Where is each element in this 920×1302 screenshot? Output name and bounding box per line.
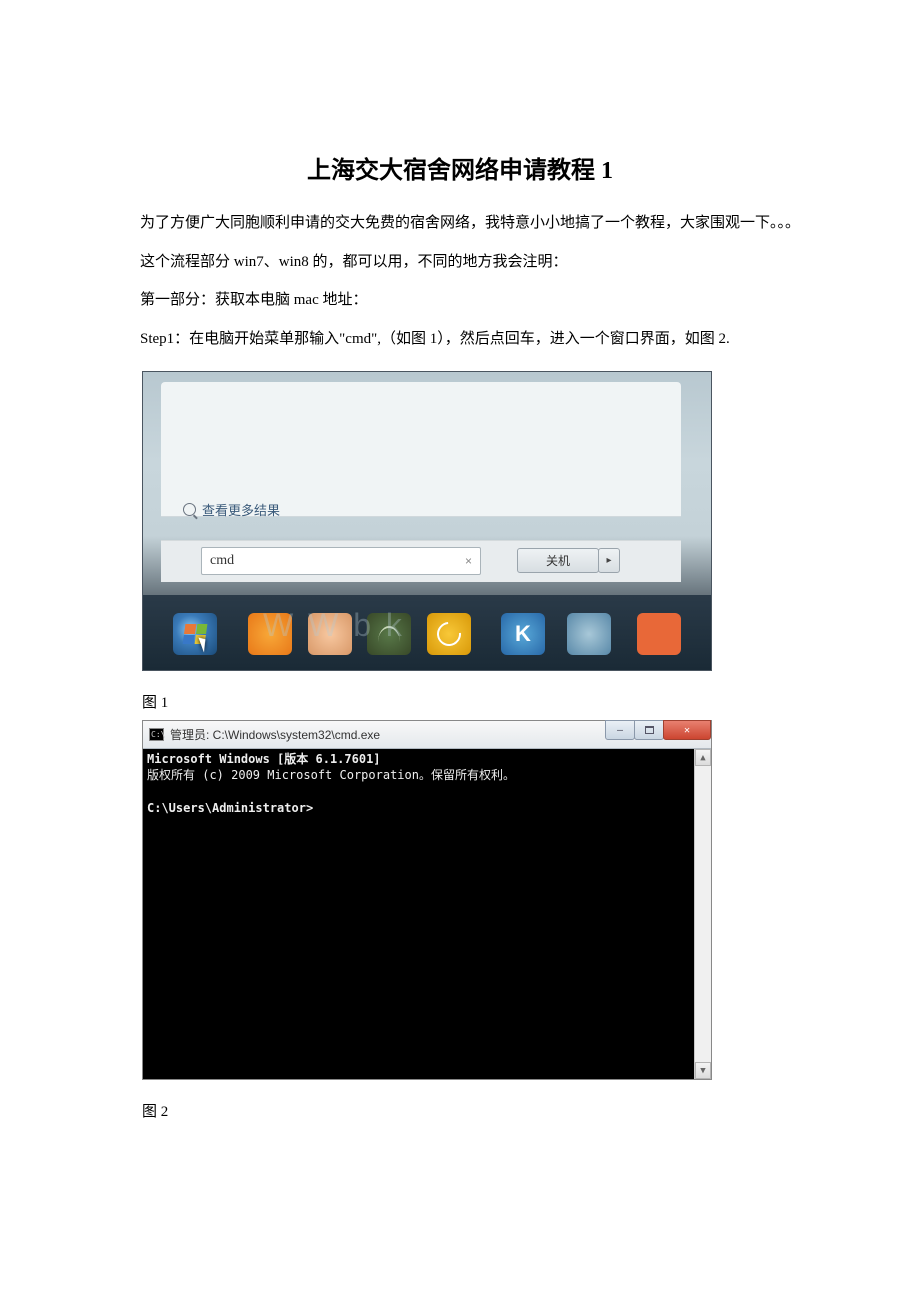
more-results-link[interactable]: 查看更多结果 bbox=[183, 500, 280, 519]
paragraph-intro: 为了方便广大同胞顺利申请的交大免费的宿舍网络，我特意小小地搞了一个教程，大家围观… bbox=[110, 209, 810, 238]
more-results-label: 查看更多结果 bbox=[202, 500, 280, 519]
scroll-up-button[interactable]: ▲ bbox=[695, 749, 711, 766]
k-app-icon[interactable]: K bbox=[501, 613, 545, 655]
wifi-icon[interactable] bbox=[367, 613, 411, 655]
cmd-scrollbar[interactable]: ▲ ▼ bbox=[694, 749, 711, 1079]
cmd-icon: C:\ bbox=[149, 728, 164, 741]
taskbar-icon-2[interactable] bbox=[248, 613, 292, 655]
browser-icon[interactable] bbox=[427, 613, 471, 655]
taskbar-icon-3[interactable] bbox=[308, 613, 352, 655]
shutdown-menu-button[interactable]: ▸ bbox=[598, 548, 620, 573]
scroll-track[interactable] bbox=[695, 766, 711, 1062]
qq-icon[interactable] bbox=[567, 613, 611, 655]
close-button[interactable]: ✕ bbox=[663, 720, 711, 740]
cmd-window-title: 管理员: C:\Windows\system32\cmd.exe bbox=[170, 726, 380, 743]
start-menu-panel bbox=[161, 382, 681, 517]
scroll-down-button[interactable]: ▼ bbox=[695, 1062, 711, 1079]
cmd-output[interactable]: Microsoft Windows [版本 6.1.7601] 版权所有 (c)… bbox=[143, 749, 694, 1079]
paragraph-part1: 第一部分：获取本电脑 mac 地址： bbox=[110, 286, 810, 315]
taskbar-icon-8[interactable] bbox=[637, 613, 681, 655]
search-icon bbox=[183, 503, 196, 516]
paragraph-step1: Step1：在电脑开始菜单那输入"cmd",（如图 1），然后点回车，进入一个窗… bbox=[110, 325, 810, 354]
minimize-button[interactable]: — bbox=[605, 720, 635, 740]
clear-icon[interactable]: × bbox=[465, 554, 472, 568]
cmd-line1: Microsoft Windows [版本 6.1.7601] bbox=[147, 752, 381, 766]
figure-2-cmd-window: C:\ 管理员: C:\Windows\system32\cmd.exe — ✕… bbox=[142, 720, 712, 1080]
caption-fig1: 图 1 bbox=[142, 691, 810, 712]
start-button[interactable] bbox=[173, 613, 217, 655]
cmd-prompt: C:\Users\Administrator> bbox=[147, 801, 313, 815]
paragraph-compat: 这个流程部分 win7、win8 的，都可以用，不同的地方我会注明： bbox=[110, 248, 810, 277]
shutdown-button[interactable]: 关机 bbox=[517, 548, 599, 573]
figure-1-photo: 查看更多结果 cmd × 关机 ▸ K W W bbox=[142, 371, 712, 671]
page-title: 上海交大宿舍网络申请教程 1 bbox=[110, 150, 810, 185]
search-input[interactable]: cmd × bbox=[201, 547, 481, 575]
caption-fig2: 图 2 bbox=[142, 1100, 810, 1121]
maximize-icon bbox=[645, 726, 654, 734]
cmd-titlebar: C:\ 管理员: C:\Windows\system32\cmd.exe — ✕ bbox=[143, 721, 711, 749]
cmd-line2: 版权所有 (c) 2009 Microsoft Corporation。保留所有… bbox=[147, 768, 515, 782]
search-text: cmd bbox=[210, 553, 234, 569]
maximize-button[interactable] bbox=[634, 720, 664, 740]
taskbar: K bbox=[143, 595, 711, 670]
